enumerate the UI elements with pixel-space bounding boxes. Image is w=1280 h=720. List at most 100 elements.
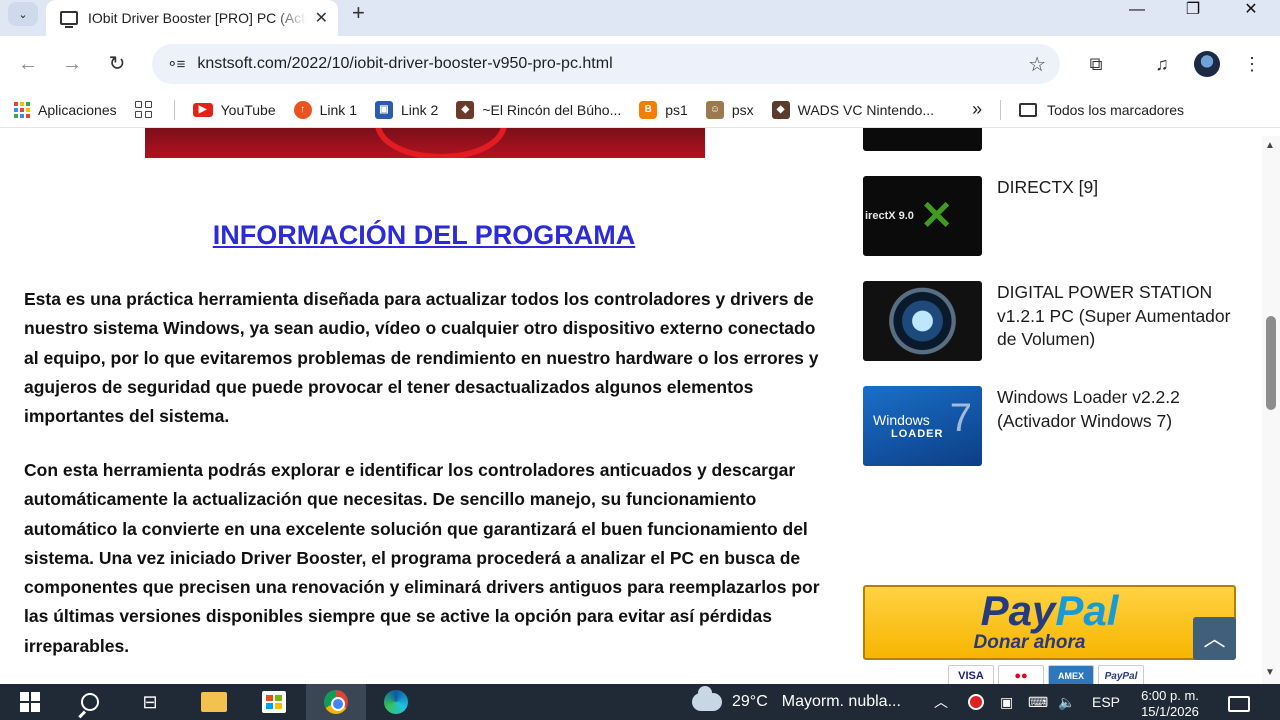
tray-language[interactable]: ESP — [1092, 684, 1120, 720]
floppy-disk-icon: ▣ — [374, 100, 393, 119]
chevron-up-icon: ︿ — [934, 694, 948, 710]
bookmark-youtube[interactable]: ▶ YouTube — [192, 101, 276, 118]
menu-icon[interactable]: ⋮ — [1238, 50, 1266, 78]
network-icon: ▣ — [1000, 693, 1014, 710]
page-scrollbar[interactable] — [1262, 136, 1280, 684]
all-bookmarks-button[interactable]: Todos los marcadores — [1019, 102, 1184, 118]
reload-button[interactable]: ↻ — [103, 50, 131, 78]
start-button[interactable] — [0, 684, 60, 720]
tray-recording-icon[interactable] — [968, 684, 984, 720]
cloud-icon — [692, 686, 722, 711]
extensions-icon[interactable]: ⧉ — [1082, 50, 1110, 78]
character-icon: ☺ — [705, 100, 724, 119]
back-button[interactable]: ← — [14, 50, 42, 78]
sidebar-post-windows-loader[interactable]: Windows Loader v2.2.2 (Activador Windows… — [997, 386, 1237, 433]
close-window-button[interactable]: ✕ — [1228, 0, 1274, 22]
bookmark-rincon-buho[interactable]: ◆ ~El Rincón del Búho... — [456, 100, 622, 119]
bookmark-wads-vc[interactable]: ◆ WADS VC Nintendo... — [771, 100, 934, 119]
clock-time: 6:00 p. m. — [1141, 688, 1199, 703]
bookmark-label: ~El Rincón del Búho... — [482, 101, 622, 118]
address-bar[interactable]: ⚬≡ knstsoft.com/2022/10/iobit-driver-boo… — [152, 44, 1060, 84]
game-icon: ◆ — [771, 100, 790, 119]
payment-cards: VISA ●● AMEX PayPal — [948, 665, 1144, 684]
sidebar-thumb-directx[interactable]: irectX 9.0 ✕ — [863, 176, 982, 256]
tray-input-icon[interactable]: ⌨ — [1028, 684, 1048, 720]
bookmark-label: psx — [731, 101, 754, 118]
minimize-button[interactable]: — — [1114, 0, 1160, 22]
forward-button[interactable]: → — [58, 50, 86, 78]
bookmarks-bar: Aplicaciones ▶ YouTube ↑ Link 1 ▣ Link 2… — [0, 92, 1280, 128]
new-tab-button[interactable]: + — [352, 2, 365, 24]
notification-center-icon[interactable] — [1228, 696, 1250, 712]
tab-groups-icon — [134, 101, 152, 118]
taskbar-clock[interactable]: 6:00 p. m. 15/1/2026 — [1130, 688, 1210, 720]
sidebar-post-digital-power-station[interactable]: DIGITAL POWER STATION v1.2.1 PC (Super A… — [997, 281, 1237, 352]
sidebar-thumb-windows-loader[interactable]: Windows LOADER 7 — [863, 386, 982, 466]
scroll-up-arrow[interactable]: ▲ — [1265, 140, 1275, 151]
bookmark-separator — [173, 99, 175, 120]
url-text[interactable]: knstsoft.com/2022/10/iobit-driver-booste… — [197, 55, 1028, 73]
paypal-donate-button[interactable]: PayPal Donar ahora — [863, 585, 1236, 660]
store-icon — [262, 691, 286, 713]
section-title[interactable]: INFORMACIÓN DEL PROGRAMA — [24, 220, 824, 251]
bookmark-ps1[interactable]: B ps1 — [639, 100, 688, 119]
bookmark-label: YouTube — [220, 101, 276, 118]
directx-x-icon: ✕ — [919, 194, 954, 238]
ime-icon: ⌨ — [1028, 693, 1049, 710]
scrollbar-thumb[interactable] — [1266, 316, 1276, 410]
weather-widget[interactable]: 29°C Mayorm. nubla... — [692, 684, 901, 720]
taskbar-edge[interactable] — [366, 684, 426, 720]
tab-search-button[interactable]: ⌄ — [8, 2, 38, 26]
site-info-icon[interactable]: ⚬≡ — [166, 55, 185, 73]
task-view-icon: ⊟ — [142, 691, 158, 712]
tab-strip: ⌄ IObit Driver Booster [PRO] PC (Actuali… — [0, 0, 1280, 36]
weather-temperature: 29°C — [732, 693, 768, 710]
taskbar-store[interactable] — [244, 684, 304, 720]
profile-avatar[interactable] — [1194, 51, 1220, 77]
bookmark-label: Link 2 — [400, 101, 439, 118]
apps-grid-icon — [14, 101, 30, 118]
article-paragraph-1: Esta es una práctica herramienta diseñad… — [24, 289, 819, 427]
tray-show-hidden-icon[interactable]: ︿ — [934, 684, 948, 720]
computer-icon — [60, 11, 78, 28]
tab-driver-booster[interactable]: IObit Driver Booster [PRO] PC (Actualiza… — [46, 0, 338, 36]
task-view-button[interactable]: ⊟ — [120, 684, 180, 720]
bookmark-link-1[interactable]: ↑ Link 1 — [293, 100, 357, 119]
tray-volume-icon[interactable]: 🔈 — [1058, 684, 1075, 720]
browser-toolbar: ← → ↻ ⚬≡ knstsoft.com/2022/10/iobit-driv… — [0, 36, 1280, 92]
windows-logo-icon — [20, 692, 40, 712]
media-control-icon[interactable]: ♫ — [1148, 50, 1176, 78]
bookmark-link-2[interactable]: ▣ Link 2 — [374, 100, 439, 119]
sidebar-thumb-xbox[interactable]: ✕ — [863, 128, 982, 151]
bookmark-label: ps1 — [665, 101, 688, 118]
x-logo-icon: ✕ — [897, 128, 947, 146]
bookmark-aplicaciones[interactable]: Aplicaciones — [14, 101, 117, 118]
taskbar-chrome[interactable] — [306, 684, 366, 720]
weather-description: Mayorm. nubla... — [781, 693, 901, 710]
chrome-icon — [324, 690, 348, 714]
clock-date: 15/1/2026 — [1141, 704, 1199, 719]
program-banner-image — [145, 128, 705, 158]
visa-card: VISA — [948, 665, 994, 684]
tab-title: IObit Driver Booster [PRO] PC (Actualiza… — [88, 10, 307, 26]
paypal-logo: PayPal — [980, 587, 1119, 634]
sidebar-thumb-digital-power-station[interactable] — [863, 281, 982, 361]
bookmark-psx[interactable]: ☺ psx — [705, 100, 754, 119]
page-viewport: INFORMACIÓN DEL PROGRAMA Esta es una prá… — [0, 128, 1280, 684]
bookmark-star-icon[interactable]: ☆ — [1028, 52, 1046, 77]
donate-label: Donar ahora — [973, 632, 1086, 653]
back-to-top-button[interactable]: ︿ — [1193, 617, 1236, 660]
sidebar-post-directx[interactable]: DIRECTX [9] — [997, 176, 1237, 200]
paypal-card: PayPal — [1098, 665, 1144, 684]
bookmark-label: Link 1 — [319, 101, 357, 118]
close-tab-icon[interactable]: ✕ — [315, 8, 328, 28]
scroll-down-arrow[interactable]: ▼ — [1265, 667, 1275, 678]
cloud-upload-icon: ↑ — [293, 100, 312, 119]
taskbar-search-button[interactable] — [60, 684, 120, 720]
taskbar-file-explorer[interactable] — [184, 684, 244, 720]
directx-thumb-text: irectX 9.0 — [865, 210, 914, 222]
bookmarks-overflow-button[interactable]: » — [972, 99, 982, 120]
tab-groups-button[interactable] — [134, 101, 156, 118]
maximize-button[interactable]: ❐ — [1170, 0, 1216, 22]
tray-network-icon[interactable]: ▣ — [1000, 684, 1013, 720]
